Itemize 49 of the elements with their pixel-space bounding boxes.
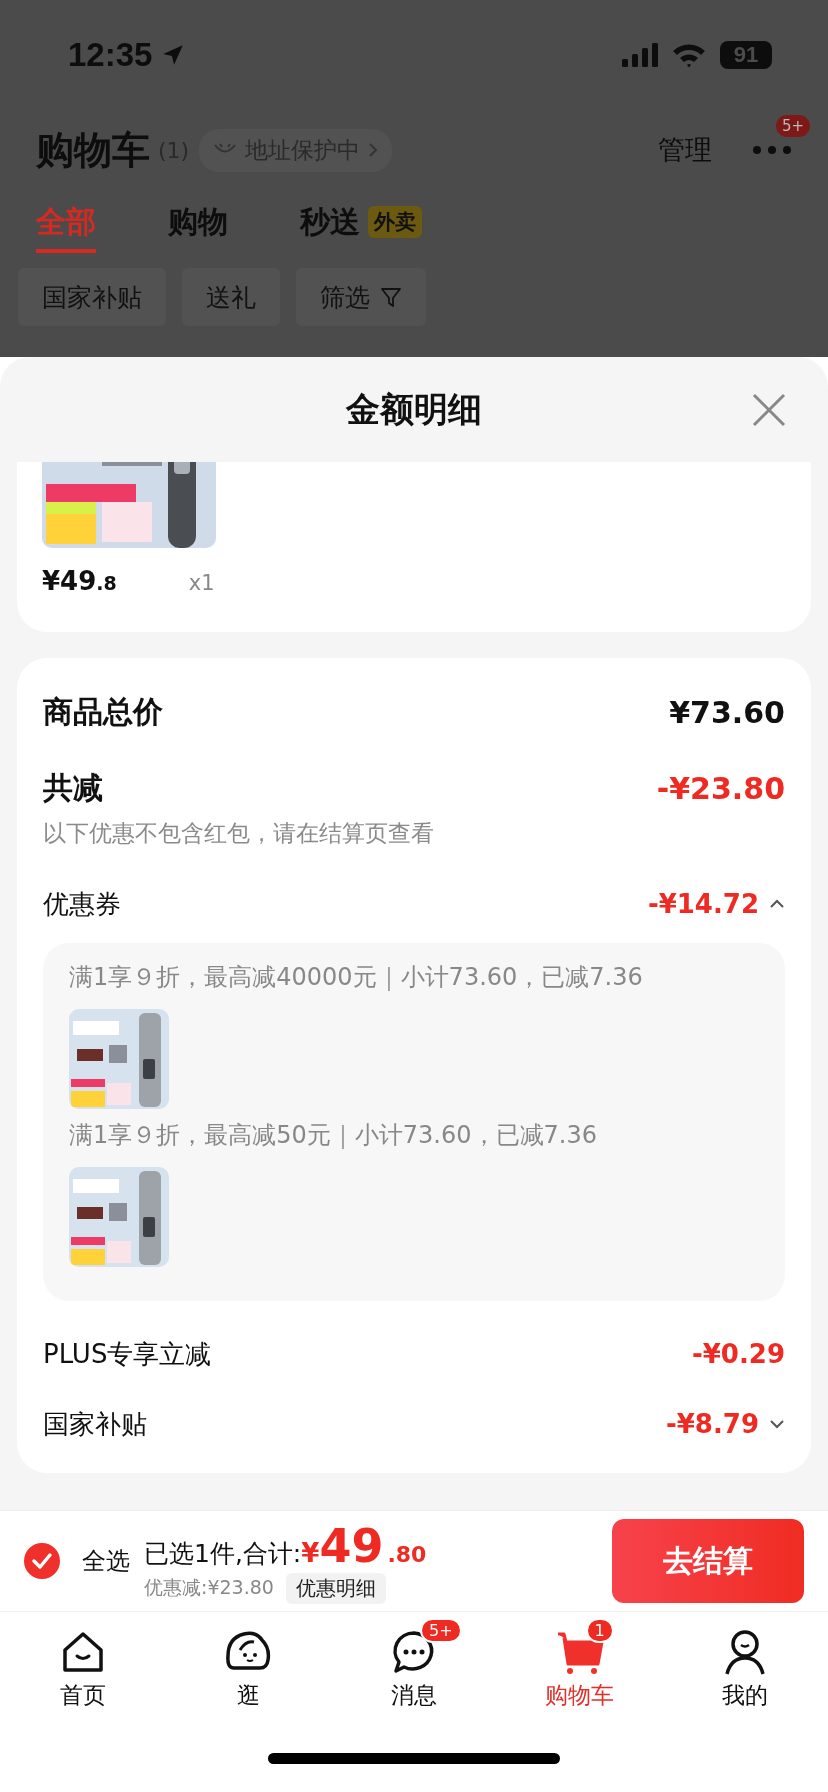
checkout-button[interactable]: 去结算: [612, 1519, 804, 1603]
nav-badge: 1: [585, 1618, 614, 1643]
coupon-text: 满1享９折，最高减40000元｜小计73.60，已减7.36: [69, 962, 644, 993]
filter-chip[interactable]: 筛选: [296, 268, 426, 326]
discount-detail-button[interactable]: 优惠明细: [285, 1572, 386, 1604]
close-icon[interactable]: [752, 393, 786, 427]
selected-summary: 已选1件,合计:: [144, 1537, 302, 1570]
select-all-label[interactable]: 全选: [82, 1545, 130, 1577]
product-quantity: x1: [188, 571, 215, 595]
wifi-icon: [672, 42, 706, 68]
more-icon[interactable]: [752, 145, 792, 155]
chevron-down-icon[interactable]: [769, 1419, 785, 1429]
battery-icon: 91: [720, 41, 772, 69]
filter-chip[interactable]: 国家补贴: [18, 268, 166, 326]
nav-item[interactable]: 1 购物车: [519, 1614, 640, 1715]
page-title: 购物车: [36, 126, 150, 174]
tab[interactable]: 购物: [168, 201, 228, 253]
row-label: 共减: [43, 768, 103, 807]
chevron-up-icon[interactable]: [769, 899, 785, 909]
product-price: ¥49.8: [42, 566, 117, 596]
tab-tag: 外卖: [368, 206, 422, 238]
nav-item[interactable]: 5+ 消息: [354, 1614, 474, 1715]
discount-amount: -¥14.72: [647, 889, 759, 919]
discount-label: 优惠券: [43, 887, 121, 921]
nav-item[interactable]: 首页: [22, 1614, 143, 1715]
nav-item[interactable]: 逛: [188, 1614, 309, 1715]
notification-badge: 5+: [775, 115, 810, 137]
nav-badge: 5+: [420, 1618, 462, 1643]
saved-amount: 优惠减:¥23.80: [144, 1575, 274, 1600]
row-amount: -¥23.80: [656, 770, 785, 806]
chevron-right-icon: [368, 142, 379, 158]
filter-chip[interactable]: 送礼: [182, 268, 280, 326]
discount-amount: -¥0.29: [691, 1339, 785, 1369]
row-label: 商品总价: [43, 692, 163, 731]
discount-label: PLUS专享立减: [43, 1337, 212, 1371]
reduction-note: 以下优惠不包含红包，请在结算页查看: [43, 819, 435, 848]
signal-icon: [622, 43, 658, 67]
discount-label: 国家补贴: [43, 1407, 147, 1441]
filter-icon: [380, 286, 402, 308]
tab[interactable]: 秒送 外卖: [300, 201, 422, 253]
nav-item[interactable]: 我的: [685, 1614, 806, 1715]
status-time: 12:35: [68, 36, 153, 74]
total-price: ¥49.80: [301, 1518, 427, 1573]
discount-amount: -¥8.79: [665, 1409, 759, 1439]
manage-button[interactable]: 管理: [652, 131, 718, 169]
sheet-title: 金额明细: [346, 387, 482, 431]
checkbox[interactable]: [24, 1543, 60, 1579]
coupon-text: 满1享９折，最高减50元｜小计73.60，已减7.36: [69, 1120, 598, 1151]
row-amount: ¥73.60: [669, 694, 785, 730]
